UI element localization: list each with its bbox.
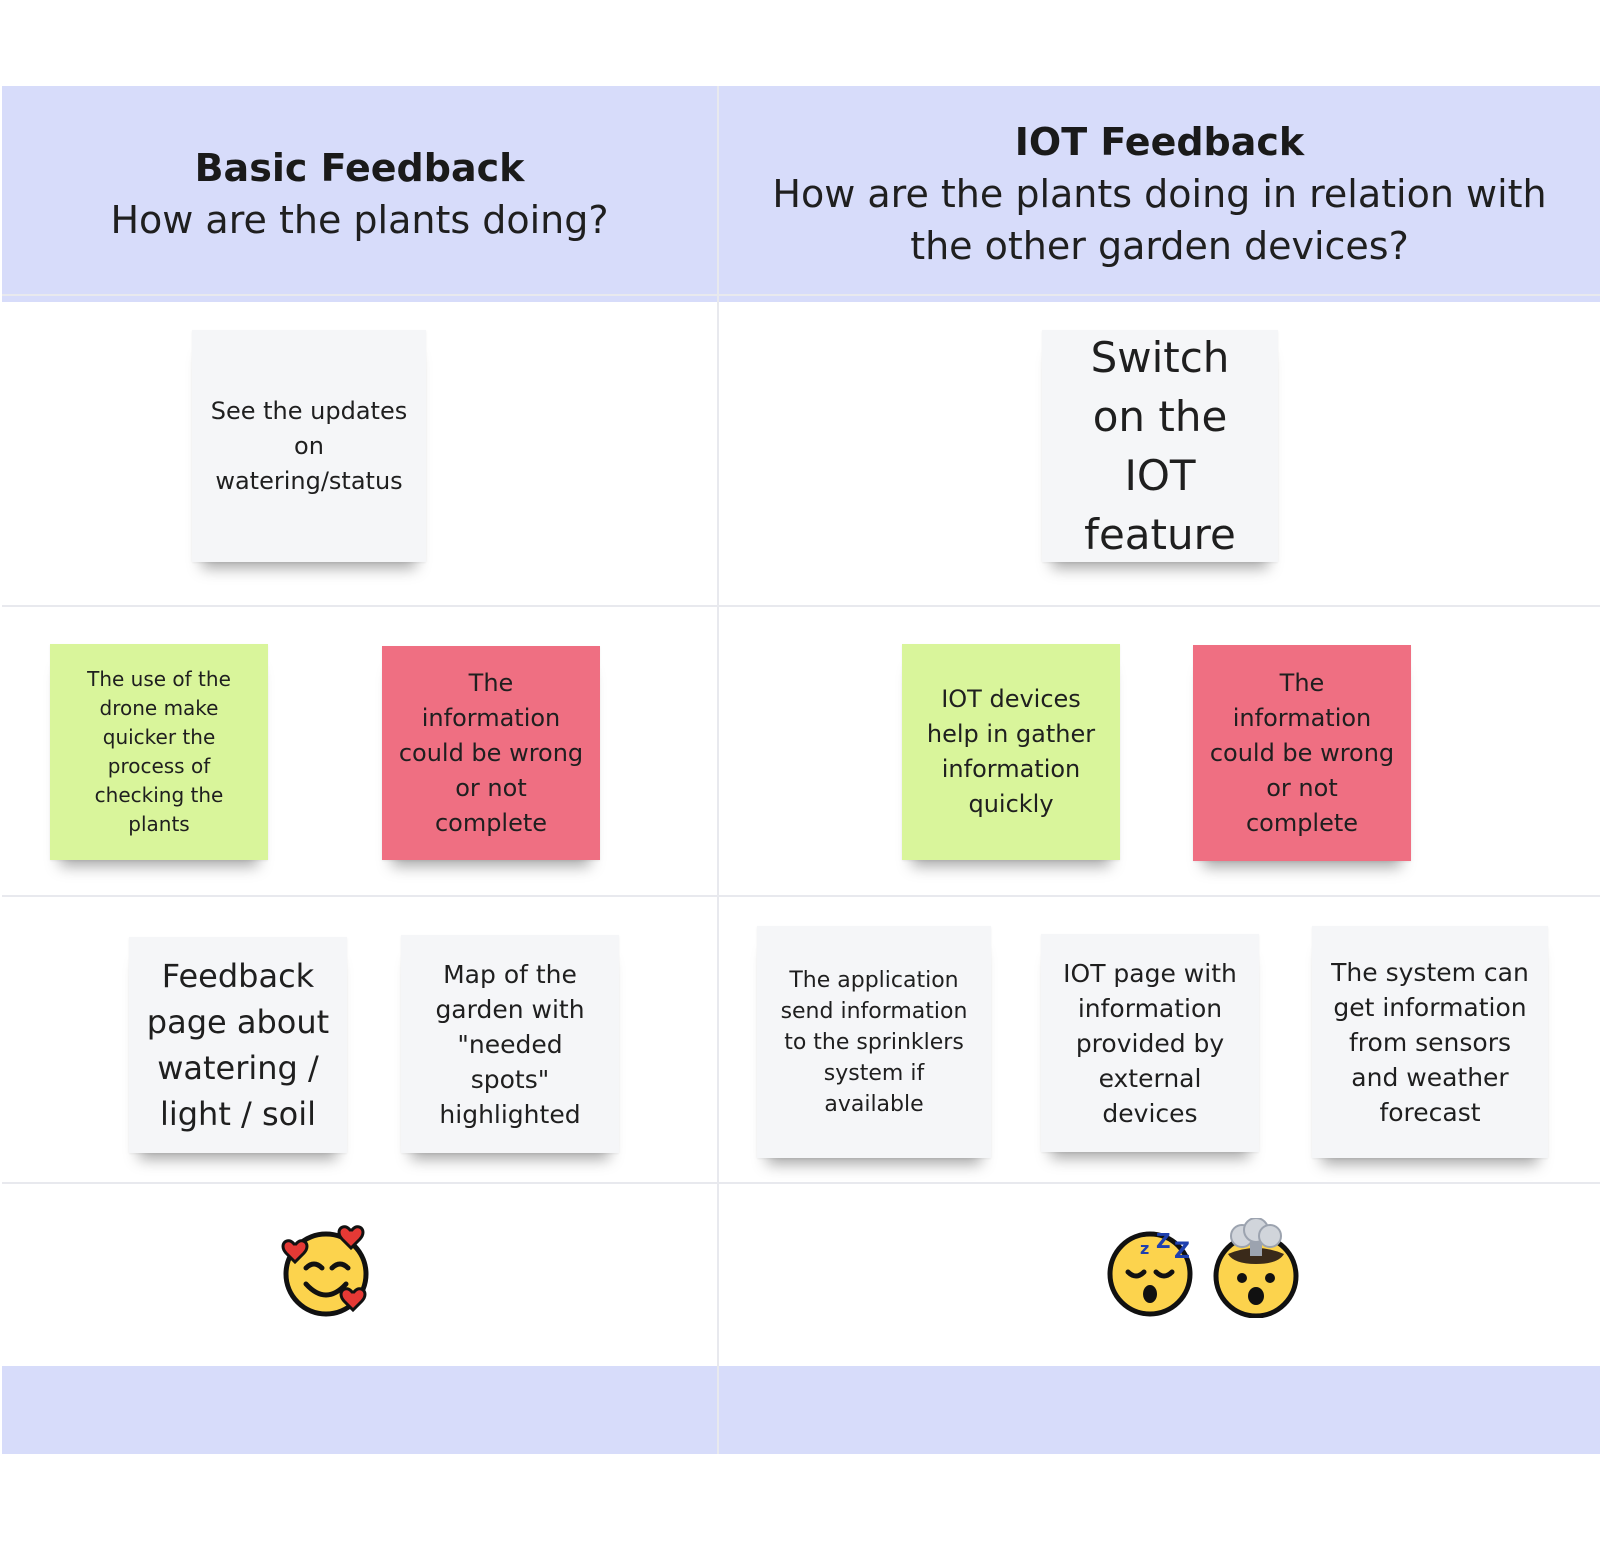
sticky-note[interactable]: See the updates on watering/status	[192, 330, 426, 562]
sticky-note[interactable]: Feedback page about watering / light / s…	[129, 937, 347, 1153]
sleeping-face-icon: z Z Z	[1107, 1229, 1193, 1317]
sticky-note[interactable]: Switch on the IOT feature	[1042, 330, 1278, 562]
note-text: Switch on the IOT feature	[1084, 333, 1236, 559]
note-text: IOT page with information provided by ex…	[1063, 958, 1237, 1128]
sticky-note[interactable]: The application send information to the …	[757, 926, 991, 1158]
sticky-note-negative[interactable]: The information could be wrong or not co…	[382, 646, 600, 860]
svg-text:Z: Z	[1156, 1229, 1171, 1253]
note-text: Map of the garden with "needed spots" hi…	[435, 959, 585, 1129]
note-text: The system can get information from sens…	[1331, 957, 1529, 1127]
note-text: The use of the drone make quicker the pr…	[87, 667, 231, 836]
note-text: Feedback page about watering / light / s…	[146, 957, 330, 1133]
svg-text:Z: Z	[1174, 1239, 1190, 1264]
column-subtitle: How are the plants doing in relation wit…	[772, 172, 1547, 268]
note-text: The information could be wrong or not co…	[398, 668, 584, 837]
footer-band	[2, 1366, 1600, 1454]
sticky-note-negative[interactable]: The information could be wrong or not co…	[1193, 645, 1411, 861]
smiling-face-with-hearts-icon	[281, 1225, 369, 1317]
sticky-note[interactable]: Map of the garden with "needed spots" hi…	[401, 935, 619, 1153]
svg-text:z: z	[1140, 1239, 1149, 1258]
column-subtitle: How are the plants doing?	[110, 198, 609, 242]
sticky-note-positive[interactable]: The use of the drone make quicker the pr…	[50, 644, 268, 860]
note-text: The information could be wrong or not co…	[1209, 668, 1395, 837]
sticky-note[interactable]: IOT page with information provided by ex…	[1041, 934, 1259, 1152]
note-text: See the updates on watering/status	[210, 396, 408, 495]
column-title: IOT Feedback	[1014, 120, 1305, 164]
sticky-note[interactable]: The system can get information from sens…	[1312, 926, 1548, 1158]
column-header-iot: IOT Feedback How are the plants doing in…	[719, 86, 1600, 302]
column-header-basic: Basic Feedback How are the plants doing?	[2, 86, 717, 302]
sticky-note-positive[interactable]: IOT devices help in gather information q…	[902, 644, 1120, 860]
note-text: The application send information to the …	[780, 967, 968, 1117]
column-title: Basic Feedback	[194, 146, 525, 190]
feedback-board: Basic Feedback How are the plants doing?…	[2, 86, 1600, 1454]
row-divider	[2, 1182, 1600, 1184]
exploding-head-icon	[1213, 1218, 1299, 1318]
row-divider	[2, 605, 1600, 607]
row-divider	[2, 895, 1600, 897]
note-text: IOT devices help in gather information q…	[926, 685, 1096, 818]
